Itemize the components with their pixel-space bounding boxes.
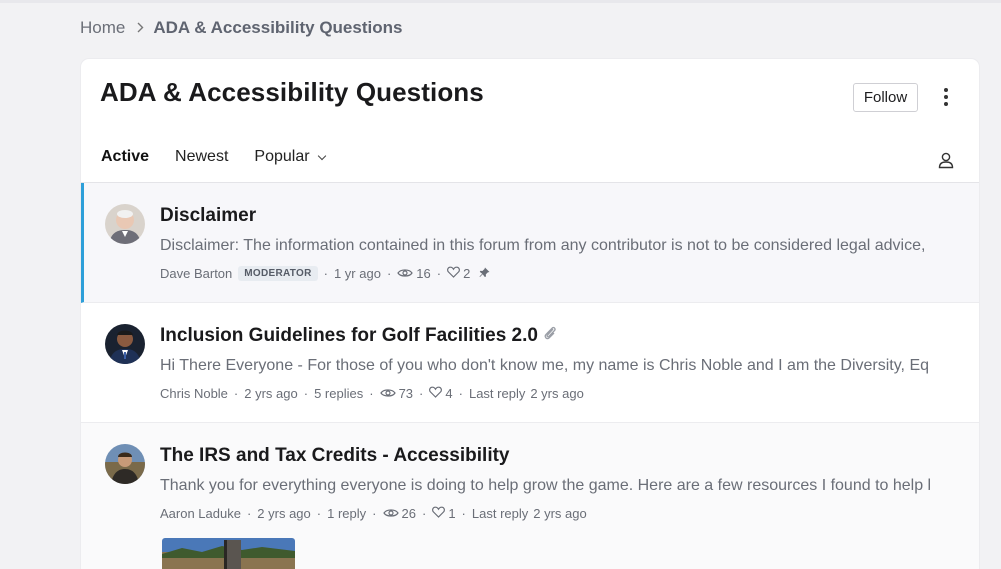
author-name[interactable]: Dave Barton xyxy=(160,266,232,281)
topic-title[interactable]: Inclusion Guidelines for Golf Facilities… xyxy=(160,325,557,347)
topic-title[interactable]: The IRS and Tax Credits - Accessibility xyxy=(160,445,510,467)
view-count: 73 xyxy=(398,386,414,401)
tab-newest[interactable]: Newest xyxy=(175,148,228,166)
like-count: 4 xyxy=(445,386,453,401)
eye-icon xyxy=(382,506,399,521)
separator-dot: · xyxy=(419,386,424,401)
pin-icon xyxy=(479,266,490,281)
last-reply-label: Last reply xyxy=(468,386,526,401)
chevron-down-icon xyxy=(317,151,326,160)
reply-count: 5 replies xyxy=(314,386,364,401)
forum-card: ADA & Accessibility Questions Follow Act… xyxy=(81,59,979,569)
separator-dot: · xyxy=(461,506,466,521)
chevron-right-icon xyxy=(136,20,144,36)
avatar[interactable] xyxy=(105,204,145,244)
separator-dot: · xyxy=(246,506,252,521)
attachment-thumbnail[interactable] xyxy=(162,538,295,569)
breadcrumb-current: ADA & Accessibility Questions xyxy=(153,18,403,37)
topic-meta: Dave Barton MODERATOR · 1 yr ago · 16 · … xyxy=(160,266,493,281)
view-count: 26 xyxy=(401,506,416,521)
post-time: 1 yr ago xyxy=(333,266,381,281)
separator-dot: · xyxy=(316,506,322,521)
breadcrumb: Home ADA & Accessibility Questions xyxy=(80,16,402,40)
last-reply-time[interactable]: 2 yrs ago xyxy=(533,506,586,521)
top-border xyxy=(0,0,1001,3)
topic-excerpt: Disclaimer: The information contained in… xyxy=(160,237,930,254)
separator-dot: · xyxy=(436,266,442,281)
topic-title-text: Inclusion Guidelines for Golf Facilities… xyxy=(160,325,538,346)
separator-dot: · xyxy=(386,266,392,281)
post-time: 2 yrs ago xyxy=(244,386,298,401)
tab-active[interactable]: Active xyxy=(101,148,149,166)
heart-icon[interactable] xyxy=(432,506,446,521)
heart-icon[interactable] xyxy=(429,386,443,401)
more-options-icon[interactable] xyxy=(936,86,956,108)
separator-dot: · xyxy=(323,266,328,281)
topic-row[interactable]: Disclaimer Disclaimer: The information c… xyxy=(81,183,979,303)
topic-row[interactable]: Inclusion Guidelines for Golf Facilities… xyxy=(81,303,979,423)
separator-dot: · xyxy=(303,386,309,401)
topic-title[interactable]: Disclaimer xyxy=(160,205,256,227)
like-count: 1 xyxy=(448,506,456,521)
eye-icon xyxy=(379,386,396,401)
page-title: ADA & Accessibility Questions xyxy=(100,77,484,107)
eye-icon xyxy=(397,266,413,281)
avatar[interactable] xyxy=(105,324,145,364)
tab-popular[interactable]: Popular xyxy=(254,148,326,166)
avatar[interactable] xyxy=(105,444,145,484)
author-name[interactable]: Chris Noble xyxy=(160,386,228,401)
last-reply-label: Last reply xyxy=(471,506,529,521)
author-name[interactable]: Aaron Laduke xyxy=(160,506,241,521)
moderator-badge: MODERATOR xyxy=(238,266,318,281)
topic-excerpt: Hi There Everyone - For those of you who… xyxy=(160,357,930,374)
separator-dot: · xyxy=(458,386,463,401)
separator-dot: · xyxy=(233,386,239,401)
reply-count: 1 reply xyxy=(327,506,367,521)
like-count: 2 xyxy=(463,266,471,281)
separator-dot: · xyxy=(369,386,374,401)
topic-meta: Chris Noble · 2 yrs ago · 5 replies · 73… xyxy=(160,386,584,401)
follow-button[interactable]: Follow xyxy=(853,83,918,112)
breadcrumb-home-link[interactable]: Home xyxy=(80,18,125,38)
heart-icon[interactable] xyxy=(447,266,461,281)
topic-meta: Aaron Laduke · 2 yrs ago · 1 reply · 26 … xyxy=(160,506,587,521)
paperclip-icon xyxy=(543,325,557,347)
post-time: 2 yrs ago xyxy=(257,506,311,521)
tab-popular-label: Popular xyxy=(254,148,310,165)
topic-excerpt: Thank you for everything everyone is doi… xyxy=(160,477,930,494)
last-reply-time[interactable]: 2 yrs ago xyxy=(530,386,583,401)
topic-row[interactable]: The IRS and Tax Credits - Accessibility … xyxy=(81,423,979,569)
separator-dot: · xyxy=(421,506,427,521)
view-count: 16 xyxy=(416,266,431,281)
user-icon[interactable] xyxy=(937,151,955,169)
separator-dot: · xyxy=(372,506,377,521)
sort-tabs: Active Newest Popular xyxy=(101,145,351,169)
